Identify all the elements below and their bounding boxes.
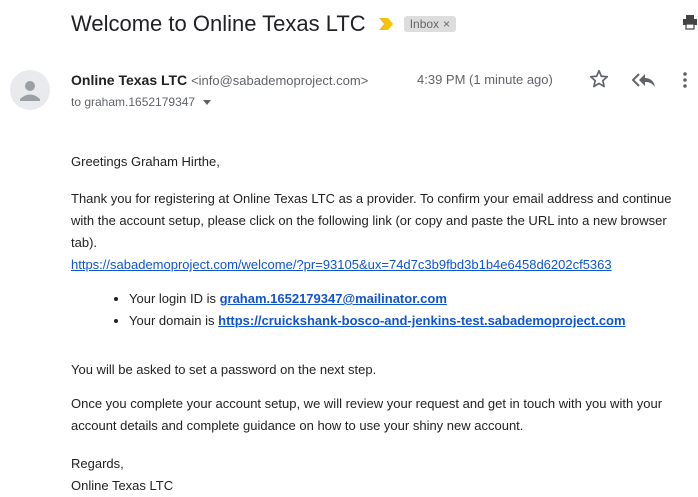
domain-item: Your domain is https://cruickshank-bosco… bbox=[129, 310, 695, 332]
body-paragraph-2: You will be asked to set a password on t… bbox=[71, 362, 377, 377]
login-prefix: Your login ID is bbox=[129, 291, 220, 306]
signature: Online Texas LTC bbox=[71, 478, 174, 493]
reply-all-icon[interactable] bbox=[631, 70, 656, 90]
regards: Regards, bbox=[71, 456, 124, 471]
importance-marker-icon[interactable] bbox=[378, 17, 394, 31]
recipient-line[interactable]: to graham.1652179347 bbox=[71, 95, 212, 109]
sender-name[interactable]: Online Texas LTC bbox=[71, 72, 187, 88]
confirmation-link[interactable]: https://sabademoproject.com/welcome/?pr=… bbox=[71, 257, 612, 272]
subject-row: Welcome to Online Texas LTC Inbox × bbox=[71, 8, 698, 40]
account-info-list: Your login ID is graham.1652179347@maili… bbox=[71, 288, 695, 332]
body-paragraph-3: Once you complete your account setup, we… bbox=[71, 396, 663, 433]
email-subject: Welcome to Online Texas LTC bbox=[71, 11, 366, 36]
sender-email: <info@sabademoproject.com> bbox=[191, 73, 369, 88]
inbox-label: Inbox × bbox=[403, 16, 457, 32]
body-paragraph-1: Thank you for registering at Online Texa… bbox=[71, 191, 672, 250]
star-icon[interactable] bbox=[588, 68, 610, 90]
sender-line: Online Texas LTC <info@sabademoproject.c… bbox=[71, 72, 368, 88]
inbox-label-text: Inbox bbox=[409, 17, 440, 31]
greeting: Greetings Graham Hirthe, bbox=[71, 154, 220, 169]
domain-link[interactable]: https://cruickshank-bosco-and-jenkins-te… bbox=[218, 313, 625, 328]
chevron-down-icon[interactable] bbox=[203, 99, 212, 105]
sender-avatar bbox=[10, 70, 50, 110]
recipient-text: to graham.1652179347 bbox=[71, 95, 196, 109]
domain-prefix: Your domain is bbox=[129, 313, 219, 328]
more-vert-icon[interactable] bbox=[680, 70, 690, 90]
remove-label-icon[interactable]: × bbox=[443, 17, 450, 31]
email-timestamp: 4:39 PM (1 minute ago) bbox=[417, 72, 553, 87]
login-id-link[interactable]: graham.1652179347@mailinator.com bbox=[220, 291, 447, 306]
confirm-link-block: https://sabademoproject.com/welcome/?pr=… bbox=[71, 254, 695, 276]
print-icon[interactable] bbox=[682, 14, 698, 30]
login-id-item: Your login ID is graham.1652179347@maili… bbox=[129, 288, 695, 310]
default-avatar-icon bbox=[20, 81, 40, 101]
